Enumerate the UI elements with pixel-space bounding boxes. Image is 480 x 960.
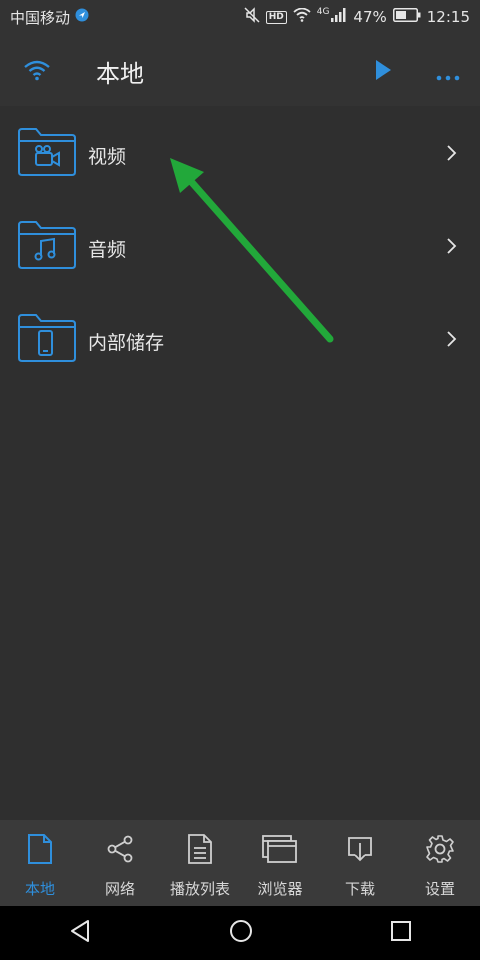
nav-label: 网络 [104, 880, 135, 898]
nav-label: 浏览器 [257, 880, 303, 898]
page-title: 本地 [96, 60, 144, 88]
nav-label: 本地 [24, 880, 55, 898]
carrier-group: 中国移动 [10, 7, 89, 28]
music-note-icon [16, 219, 78, 275]
list-item-label: 音频 [88, 239, 127, 261]
browser-icon [262, 832, 298, 866]
nav-item-download[interactable]: 下载 [320, 820, 400, 906]
nav-item-playlist[interactable]: 播放列表 [160, 820, 240, 906]
hd-badge: HD [265, 10, 287, 24]
carrier-name: 中国移动 [10, 8, 71, 27]
nav-item-settings[interactable]: 设置 [400, 820, 480, 906]
folder-list: 视频 音频 内部储存 [0, 106, 480, 385]
chevron-right-icon [446, 144, 458, 166]
status-bar: 中国移动 HD 4G 47% 12:15 [0, 0, 480, 34]
location-icon [75, 8, 89, 26]
share-icon [106, 832, 134, 866]
chevron-right-icon [446, 330, 458, 352]
document-icon [27, 832, 53, 866]
more-options-icon[interactable] [436, 66, 460, 85]
bottom-nav: 本地 网络 播放列表 浏览器 下载 设置 [0, 820, 480, 906]
home-icon[interactable] [229, 919, 253, 947]
cell-signal-icon [331, 8, 347, 26]
nav-label: 下载 [344, 880, 375, 898]
playlist-icon [187, 832, 213, 866]
mute-icon [244, 7, 260, 27]
list-item-label: 内部储存 [88, 332, 165, 354]
list-item-internal-storage[interactable]: 内部储存 [0, 292, 480, 385]
back-icon[interactable] [68, 919, 92, 947]
list-item-audio[interactable]: 音频 [0, 199, 480, 292]
download-icon [346, 832, 374, 866]
list-item-video[interactable]: 视频 [0, 106, 480, 199]
video-camera-icon [16, 126, 78, 182]
phone-icon [16, 312, 78, 368]
nav-item-network[interactable]: 网络 [80, 820, 160, 906]
list-item-label: 视频 [88, 146, 127, 168]
play-icon[interactable] [372, 58, 394, 86]
chevron-right-icon [446, 237, 458, 259]
nav-item-browser[interactable]: 浏览器 [240, 820, 320, 906]
network-type: 4G [316, 7, 330, 17]
status-icons: HD 4G 47% 12:15 [244, 7, 470, 27]
wifi-signal-icon [293, 7, 311, 26]
app-bar: 本地 [0, 34, 480, 106]
nav-label: 播放列表 [169, 880, 230, 898]
battery-percent: 47% [353, 8, 387, 26]
clock: 12:15 [426, 8, 470, 26]
nav-label: 设置 [424, 880, 455, 898]
recents-icon[interactable] [390, 920, 412, 946]
wifi-icon[interactable] [22, 58, 52, 86]
nav-item-local[interactable]: 本地 [0, 820, 80, 906]
system-navigation-bar [0, 906, 480, 960]
gear-icon [425, 832, 455, 866]
battery-icon [392, 8, 421, 26]
